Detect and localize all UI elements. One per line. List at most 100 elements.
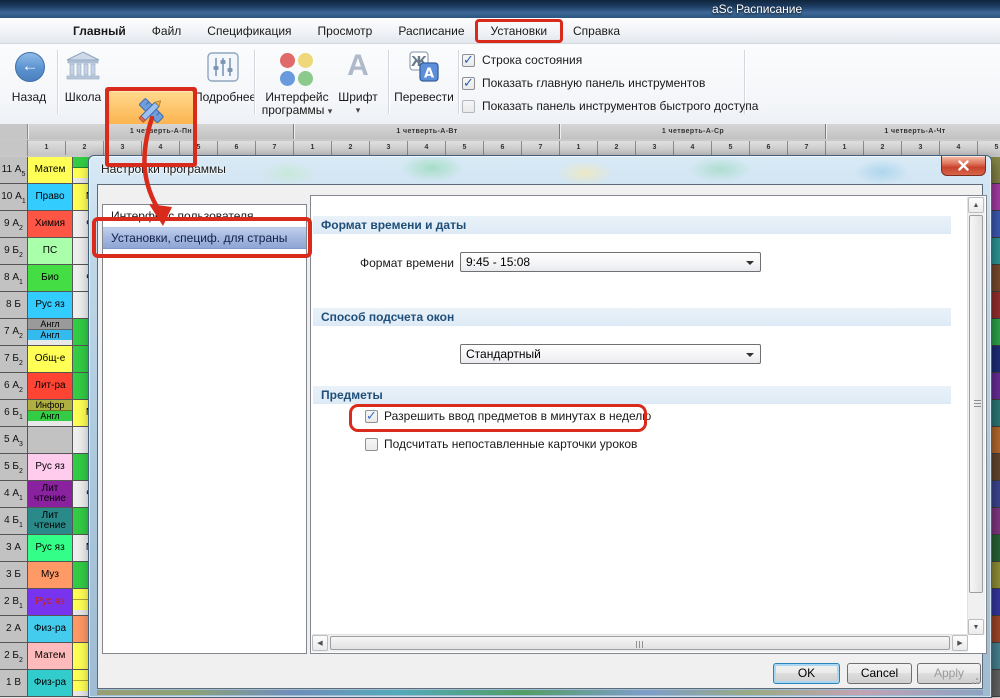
horizontal-scroll-thumb[interactable]: [330, 636, 950, 650]
dropdown-arrow-icon: [746, 261, 754, 265]
allow-minutes-checkbox[interactable]: [365, 410, 378, 423]
lesson-cell: Лит чтение: [28, 481, 73, 508]
lesson-cell: Физ-ра: [28, 616, 73, 643]
close-x-icon: [958, 160, 969, 171]
view-option-label: Строка состояния: [482, 53, 582, 67]
annotation-menu-ring: [475, 19, 563, 43]
lesson-cell: АнглАнгл: [28, 319, 73, 346]
menu-item-Установки[interactable]: Установки: [478, 20, 560, 42]
period-number-cell: 1: [560, 141, 598, 155]
menu-item-Спецификация[interactable]: Спецификация: [194, 20, 304, 42]
time-format-value: 9:45 - 15:08: [466, 255, 530, 269]
time-format-dropdown[interactable]: 9:45 - 15:08: [460, 252, 761, 272]
period-number-cell: 5: [446, 141, 484, 155]
ribbon-toolbar: ← Назад Школа Н: [0, 44, 1000, 125]
panel-horizontal-scrollbar[interactable]: ◀ ▶: [312, 634, 968, 652]
class-row-label: 2 Б2: [0, 643, 28, 670]
lesson-cell: Рус яз: [28, 535, 73, 562]
lesson-cell: Матем: [28, 157, 73, 184]
translate-label: Перевести: [394, 91, 454, 104]
colored-circles-icon: [280, 53, 314, 87]
font-letter-icon: A: [334, 49, 382, 83]
annotation-arrow: [138, 116, 198, 230]
view-option-checkbox[interactable]: [462, 100, 475, 113]
lesson-cell: Муз: [28, 562, 73, 589]
panel-vertical-scrollbar[interactable]: ▲ ▼: [967, 197, 985, 635]
lesson-cell: Лит-ра: [28, 373, 73, 400]
back-button[interactable]: ← Назад: [6, 48, 52, 118]
class-row-label: 3 А: [0, 535, 28, 562]
period-number-cell: 1: [28, 141, 66, 155]
menu-item-Справка[interactable]: Справка: [560, 20, 633, 42]
period-number-cell: 1: [826, 141, 864, 155]
class-row-label: 4 Б1: [0, 508, 28, 535]
ok-button[interactable]: OK: [773, 663, 840, 684]
settings-category-item[interactable]: Интерфейс пользователя: [103, 205, 306, 227]
period-number-cell: 1: [294, 141, 332, 155]
window-count-dropdown[interactable]: Стандартный: [460, 344, 761, 364]
font-button[interactable]: A Шрифт ▾: [334, 48, 382, 122]
translate-button[interactable]: Ж A Перевести: [394, 48, 454, 118]
scroll-right-icon[interactable]: ▶: [952, 635, 968, 651]
allow-minutes-checkbox-row[interactable]: Разрешить ввод предметов в минутах в нед…: [365, 409, 651, 423]
section-header-window-count: Способ подсчета окон: [313, 308, 951, 326]
school-building-icon: [66, 51, 100, 81]
view-option-label: Показать панель инструментов быстрого до…: [482, 99, 758, 113]
details-button[interactable]: Подробнее: [194, 48, 252, 118]
program-interface-button[interactable]: Интерфейс программы ▾: [258, 48, 336, 122]
day-header-cell: 1 четверть-А-Ср: [560, 124, 826, 139]
dialog-client-area: Интерфейс пользователяУстановки, специф.…: [97, 184, 983, 689]
menu-item-Файл[interactable]: Файл: [139, 20, 195, 42]
resize-grip[interactable]: [969, 675, 979, 685]
lesson-cell: ПС: [28, 238, 73, 265]
lesson-subcell: Инфор: [28, 400, 72, 411]
settings-category-item[interactable]: Установки, специф. для страны: [103, 227, 306, 249]
class-row-label: 6 А2: [0, 373, 28, 400]
count-unplaced-checkbox-row[interactable]: Подсчитать непоставленные карточки уроко…: [365, 437, 637, 451]
window-count-value: Стандартный: [466, 347, 541, 361]
scroll-down-icon[interactable]: ▼: [968, 619, 984, 635]
period-number-cell: 4: [408, 141, 446, 155]
view-option-row[interactable]: Показать панель инструментов быстрого до…: [462, 99, 758, 113]
lesson-cell: Общ-е: [28, 346, 73, 373]
count-unplaced-label: Подсчитать непоставленные карточки уроко…: [384, 437, 637, 451]
settings-category-list: Интерфейс пользователяУстановки, специф.…: [102, 204, 307, 654]
class-row-label: 5 Б2: [0, 454, 28, 481]
back-label: Назад: [6, 91, 52, 104]
toolbar-separator: [57, 50, 58, 114]
font-label: Шрифт ▾: [334, 91, 382, 117]
lesson-cell: Рус яз: [28, 589, 73, 616]
class-row-label: 10 А1: [0, 184, 28, 211]
program-interface-label: Интерфейс программы ▾: [258, 91, 336, 118]
dialog-close-button[interactable]: [941, 156, 986, 176]
scroll-left-icon[interactable]: ◀: [312, 635, 328, 651]
scroll-up-icon[interactable]: ▲: [968, 197, 984, 213]
lesson-cell: Химия: [28, 211, 73, 238]
grid-corner-cell: [0, 140, 28, 156]
section-header-subjects: Предметы: [313, 386, 951, 404]
view-option-checkbox[interactable]: [462, 77, 475, 90]
settings-content-panel: Формат времени и даты Формат времени 9:4…: [310, 195, 987, 654]
count-unplaced-checkbox[interactable]: [365, 438, 378, 451]
school-button[interactable]: Школа: [60, 48, 106, 118]
period-number-cell: 3: [104, 141, 142, 155]
lesson-cell: [28, 427, 73, 454]
view-option-label: Показать главную панель инструментов: [482, 76, 705, 90]
view-option-row[interactable]: Строка состояния: [462, 53, 582, 67]
allow-minutes-label: Разрешить ввод предметов в минутах в нед…: [384, 409, 651, 423]
view-option-checkbox[interactable]: [462, 54, 475, 67]
lesson-cell: Рус яз: [28, 292, 73, 319]
aero-glass-bottom-strip: [97, 690, 983, 695]
lesson-cell: Право: [28, 184, 73, 211]
svg-text:A: A: [424, 67, 434, 82]
lesson-cell: Матем: [28, 643, 73, 670]
menu-item-Расписание[interactable]: Расписание: [385, 20, 477, 42]
class-row-label: 7 А2: [0, 319, 28, 346]
menu-item-Главный[interactable]: Главный: [60, 20, 139, 42]
details-label: Подробнее: [194, 91, 252, 104]
cancel-button[interactable]: Cancel: [847, 663, 912, 684]
menu-item-Просмотр[interactable]: Просмотр: [305, 20, 386, 42]
view-option-row[interactable]: Показать главную панель инструментов: [462, 76, 705, 90]
program-settings-dialog: Настройки программы Интерфейс пользовате…: [88, 155, 992, 698]
vertical-scroll-thumb[interactable]: [969, 215, 983, 593]
